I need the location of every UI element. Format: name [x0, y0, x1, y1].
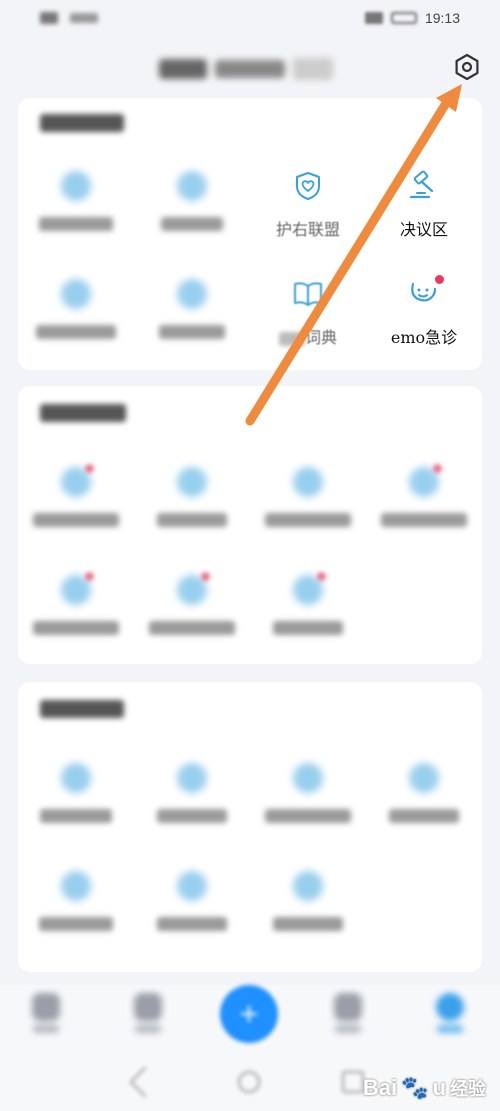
heart-shield-icon	[290, 168, 326, 204]
blurred-icon	[58, 168, 94, 204]
section1-item-5[interactable]	[18, 276, 134, 343]
section3-item-7[interactable]	[250, 868, 366, 935]
blurred-icon	[174, 464, 210, 500]
section2-item-3[interactable]	[250, 464, 366, 531]
section1-item-emo-ji-zhen[interactable]: emo急诊	[366, 275, 482, 348]
section1-item-ci-dian[interactable]: 词典	[250, 276, 366, 348]
section2-item-7[interactable]	[250, 572, 366, 639]
section1-item-2[interactable]	[134, 168, 250, 235]
section-title-2	[40, 404, 126, 427]
blurred-icon	[58, 572, 94, 608]
blurred-icon	[290, 760, 326, 796]
paw-icon: 🐾	[401, 1075, 429, 1100]
bottom-tab-bar: + Bai 🐾 u 经验	[0, 985, 500, 1111]
section3-item-5[interactable]	[18, 868, 134, 935]
page-title	[159, 58, 341, 80]
tab-5-active[interactable]	[430, 993, 470, 1033]
battery-icon	[390, 12, 417, 24]
item-label: 决议区	[399, 220, 448, 239]
blurred-icon	[174, 760, 210, 796]
item-label: 护右联盟	[275, 220, 340, 239]
stethoscope-icon	[406, 275, 444, 312]
blurred-icon	[58, 464, 94, 500]
notification-dot	[435, 275, 444, 284]
blurred-icon	[58, 760, 94, 796]
blurred-icon	[174, 868, 210, 904]
blurred-icon	[174, 572, 210, 608]
baidu-watermark: Bai 🐾 u 经验	[362, 1075, 486, 1100]
section-card-3	[18, 682, 482, 972]
section3-item-1[interactable]	[18, 760, 134, 827]
item-label: 词典	[304, 328, 337, 347]
blurred-icon	[58, 868, 94, 904]
section1-item-jue-yi-qu[interactable]: 决议区	[366, 168, 482, 240]
tab-1[interactable]	[26, 993, 66, 1033]
section-card-2	[18, 386, 482, 664]
blurred-icon	[290, 572, 326, 608]
section2-item-4[interactable]	[366, 464, 482, 531]
settings-hexagon-icon[interactable]	[450, 50, 484, 84]
section3-item-6[interactable]	[134, 868, 250, 935]
book-icon	[290, 276, 326, 312]
status-bar: 19:13	[0, 0, 500, 36]
status-time: 19:13	[424, 10, 460, 26]
gavel-icon	[406, 168, 442, 204]
section1-item-1[interactable]	[18, 168, 134, 235]
section2-item-1[interactable]	[18, 464, 134, 531]
section3-item-3[interactable]	[250, 760, 366, 827]
carrier-blur	[70, 13, 98, 23]
section3-item-2[interactable]	[134, 760, 250, 827]
nav-back-icon[interactable]	[129, 1066, 161, 1098]
status-left	[40, 12, 98, 24]
signal-icon	[40, 12, 58, 24]
section2-item-2[interactable]	[134, 464, 250, 531]
section-title-1	[40, 114, 124, 137]
add-button[interactable]: +	[220, 985, 278, 1043]
blurred-icon	[174, 168, 210, 204]
top-bar	[0, 44, 500, 94]
network-icon	[364, 12, 383, 24]
tab-4[interactable]	[328, 993, 368, 1033]
blurred-icon	[290, 464, 326, 500]
section1-item-hu-you-lian-meng[interactable]: 护右联盟	[250, 168, 366, 240]
blurred-icon	[58, 276, 94, 312]
blurred-icon	[406, 760, 442, 796]
tab-2[interactable]	[128, 993, 168, 1033]
section-card-1: 护右联盟 决议区 词典 emo急诊	[18, 98, 482, 370]
item-label: emo急诊	[390, 328, 458, 347]
section2-item-6[interactable]	[134, 572, 250, 639]
section2-item-5[interactable]	[18, 572, 134, 639]
section-title-3	[40, 700, 124, 723]
nav-home-icon[interactable]	[238, 1071, 260, 1093]
blurred-icon	[174, 276, 210, 312]
nav-recent-icon[interactable]	[342, 1071, 364, 1093]
blurred-icon	[290, 868, 326, 904]
status-right: 19:13	[364, 10, 460, 26]
blurred-icon	[406, 464, 442, 500]
section3-item-4[interactable]	[366, 760, 482, 827]
section1-item-6[interactable]	[134, 276, 250, 343]
